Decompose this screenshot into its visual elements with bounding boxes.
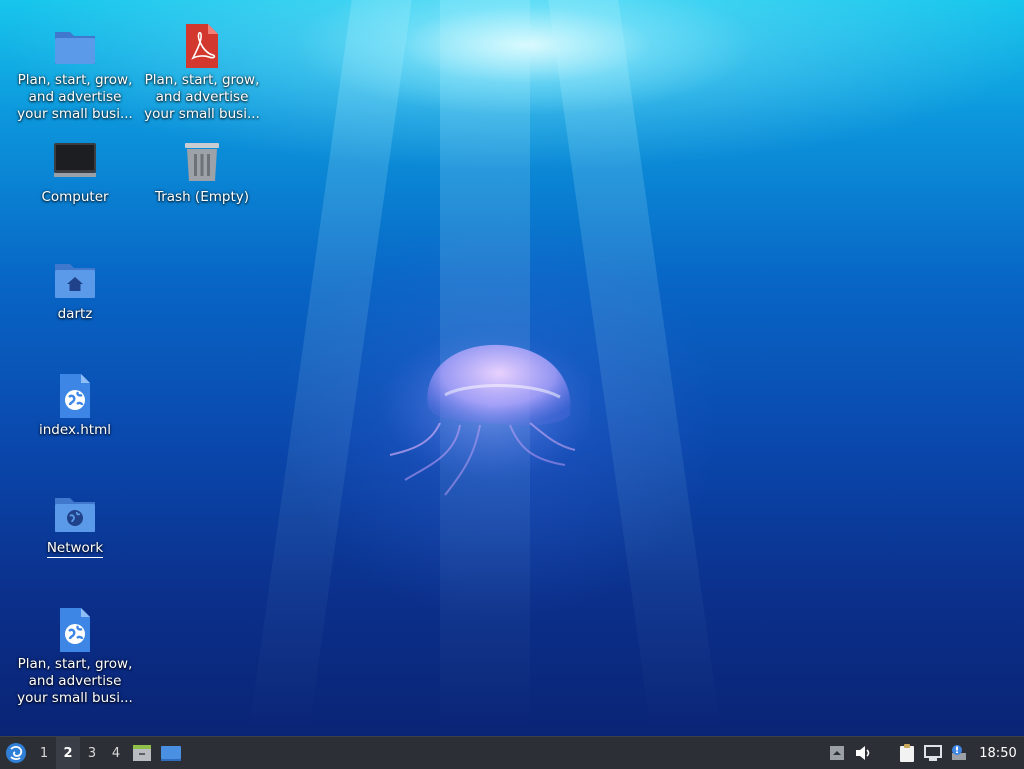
trash-icon [185,143,219,181]
workspace-3-button[interactable]: 3 [80,737,104,769]
start-menu-button[interactable] [0,737,32,769]
show-desktop-button[interactable] [156,737,186,769]
desktop-icon-label: Plan, start, grow, and advertise your sm… [17,656,133,706]
desktop-icon-label: Plan, start, grow, and advertise your sm… [144,72,260,122]
desktop-icon-label: index.html [39,422,111,438]
home-folder-icon [55,264,95,298]
desktop-icon-label: Plan, start, grow, and advertise your sm… [17,72,133,122]
jellyfish-wallpaper-image [380,335,590,496]
html-file-icon [60,608,90,652]
clipboard-icon [900,744,914,762]
desktop-icon-label: dartz [57,306,93,322]
workspace-2-button[interactable]: 2 [56,737,80,769]
desktop-icon-computer[interactable]: Computer [11,139,139,206]
tray-arrow-icon [830,746,844,760]
clipboard-button[interactable] [894,737,920,769]
desktop-icon-home[interactable]: dartz [11,256,139,323]
html-file-icon [60,374,90,418]
speaker-icon [856,746,870,760]
app-menu-logo-icon [6,743,26,763]
workspace-1-button[interactable]: 1 [32,737,56,769]
pdf-file-icon [186,24,218,68]
network-folder-icon [55,498,95,532]
desktop-icon-label: Network [46,540,104,558]
taskbar: 1 2 3 4 18:50 [0,736,1024,769]
desktop-icon-network[interactable]: Network [11,490,139,558]
file-manager-launcher[interactable] [128,737,156,769]
desktop-icon-label: Computer [41,189,109,205]
desktop-icon-trash[interactable]: Trash (Empty) [138,139,266,206]
desktop-icon-html[interactable]: Plan, start, grow, and advertise your sm… [11,606,139,707]
desktop-icon [161,746,181,761]
update-alert-icon [952,745,966,760]
tray-expand-button[interactable] [826,737,848,769]
volume-button[interactable] [848,737,878,769]
desktop-icon-folder[interactable]: Plan, start, grow, and advertise your sm… [11,22,139,123]
clock-time: 18:50 [979,745,1017,761]
notification-button[interactable] [946,737,972,769]
desktop-icon-pdf[interactable]: Plan, start, grow, and advertise your sm… [138,22,266,123]
clock[interactable]: 18:50 [972,737,1024,769]
ethernet-icon [924,745,942,761]
workspace-4-button[interactable]: 4 [104,737,128,769]
file-cabinet-icon [133,745,151,761]
desktop-background: Plan, start, grow, and advertise your sm… [0,0,1024,736]
folder-icon [55,32,95,64]
desktop-icon-index-html[interactable]: index.html [11,372,139,439]
desktop-icon-label: Trash (Empty) [154,189,250,205]
computer-icon [54,143,96,177]
network-status-button[interactable] [920,737,946,769]
